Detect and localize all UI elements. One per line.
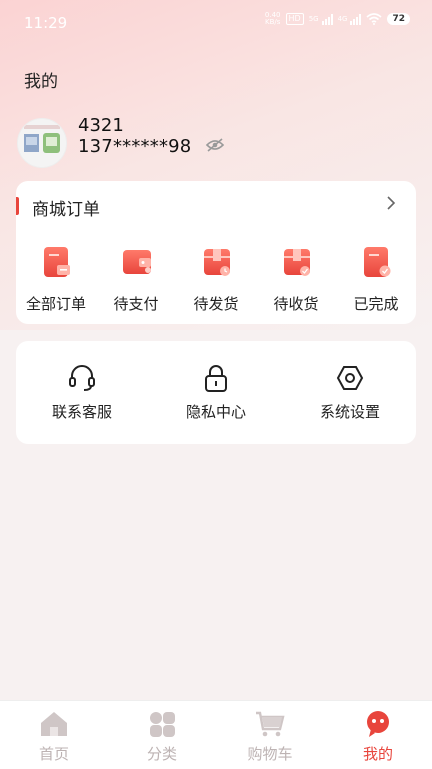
section-accent-bar: [16, 197, 19, 215]
tab-profile[interactable]: 我的: [324, 705, 432, 765]
cart-icon: [256, 711, 285, 737]
username: 4321: [78, 115, 124, 136]
status-bar: 11:29 0.40 KB/s HD 5G 4G 72: [0, 0, 432, 46]
network-gen-1: 5G: [308, 15, 319, 23]
order-pending-payment-label: 待支付: [113, 295, 159, 313]
tab-cart-label: 购物车: [247, 745, 293, 763]
orders-card: 商城订单 全部订单 待支付 待发货 待收货 已完成: [16, 181, 416, 324]
order-pending-receipt-label: 待收货: [273, 295, 319, 313]
order-pending-shipment[interactable]: 待发货: [176, 245, 256, 315]
tab-home-label: 首页: [38, 745, 69, 763]
tab-cart[interactable]: 购物车: [216, 705, 324, 765]
status-time: 11:29: [24, 14, 68, 32]
headset-icon: [69, 365, 95, 391]
privacy-center-label: 隐私中心: [185, 403, 246, 421]
orders-title[interactable]: 商城订单: [32, 195, 100, 220]
category-icon: [150, 712, 175, 737]
home-icon: [41, 712, 67, 736]
lock-icon: [205, 365, 227, 392]
order-pending-receipt[interactable]: 待收货: [256, 245, 336, 315]
network-speed: 0.40 KB/s: [264, 11, 281, 26]
bottom-tab-bar: 首页 分类 购物车 我的: [0, 700, 432, 769]
order-pending-payment[interactable]: 待支付: [96, 245, 176, 315]
all-orders-icon: [44, 247, 70, 277]
order-all-label: 全部订单: [25, 295, 86, 313]
box-icon: [204, 249, 230, 276]
avatar[interactable]: [17, 118, 67, 168]
services-card: 联系客服 隐私中心 系统设置: [16, 341, 416, 444]
signal-icon: [321, 13, 333, 25]
wallet-icon: [123, 250, 151, 274]
contact-support-label: 联系客服: [51, 403, 112, 421]
hd-badge: HD: [285, 13, 304, 25]
battery-indicator: 72: [387, 13, 410, 25]
order-completed-label: 已完成: [353, 295, 399, 313]
completed-icon: [364, 247, 391, 277]
wifi-icon: [366, 13, 382, 25]
privacy-center-button[interactable]: 隐私中心: [161, 363, 271, 423]
tab-category-label: 分类: [146, 745, 177, 763]
system-settings-button[interactable]: 系统设置: [295, 363, 405, 423]
tab-category[interactable]: 分类: [108, 705, 216, 765]
order-pending-shipment-label: 待发货: [193, 295, 239, 313]
avatar-image: [18, 119, 66, 167]
order-all[interactable]: 全部订单: [16, 245, 96, 315]
signal-icon-2: [350, 13, 362, 25]
page-title: 我的: [24, 72, 58, 92]
phone-number: 137******98: [78, 136, 192, 157]
tab-home[interactable]: 首页: [0, 705, 108, 765]
settings-icon: [336, 366, 364, 390]
order-completed[interactable]: 已完成: [336, 245, 416, 315]
network-gen-2: 4G: [337, 15, 348, 23]
chevron-right-icon[interactable]: [386, 195, 396, 211]
status-icons: 0.40 KB/s HD 5G 4G 72: [265, 12, 410, 26]
profile-icon: [367, 711, 389, 737]
delivery-box-icon: [284, 249, 310, 276]
eye-hidden-icon[interactable]: [205, 138, 225, 152]
system-settings-label: 系统设置: [319, 403, 380, 421]
contact-support-button[interactable]: 联系客服: [27, 363, 137, 423]
tab-profile-label: 我的: [362, 745, 393, 763]
